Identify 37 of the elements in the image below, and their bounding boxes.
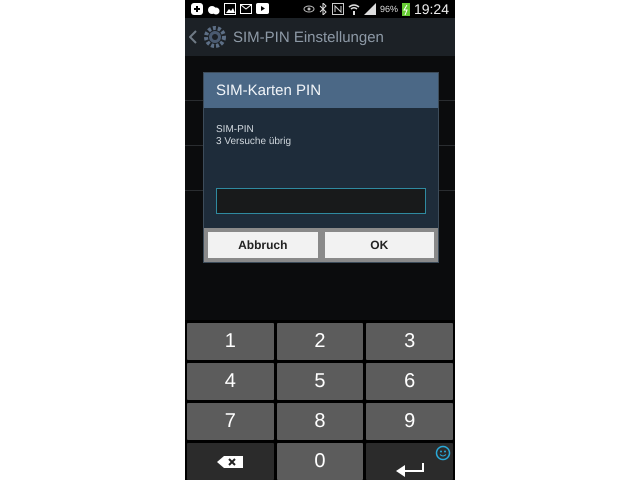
dialog-button[interactable]: Abbruch: [208, 232, 318, 258]
dialog-message: 3 Versuche übrig: [216, 136, 292, 148]
back-icon[interactable]: [189, 30, 197, 44]
dialog-button[interactable]: OK: [324, 232, 434, 258]
digit-key[interactable]: 5: [276, 363, 364, 400]
bluetooth-icon: [318, 3, 328, 15]
digit-key[interactable]: 0: [276, 443, 364, 480]
pin-input-field[interactable]: [216, 188, 426, 214]
digit-key[interactable]: 7: [187, 403, 274, 440]
clock: 19:24: [414, 1, 449, 17]
digit-key[interactable]: 9: [366, 403, 453, 440]
backspace-key[interactable]: [187, 443, 274, 480]
digit-key[interactable]: 3: [366, 323, 453, 360]
image-icon: [224, 3, 236, 15]
settings-icon: [203, 25, 227, 49]
play-icon: [256, 3, 269, 15]
enter-key[interactable]: [366, 443, 453, 480]
backspace-icon: [216, 454, 244, 468]
mail-icon: [240, 3, 252, 15]
dialog-title: SIM-Karten PIN: [204, 73, 438, 108]
battery-icon: [402, 2, 410, 16]
eye-icon: [302, 4, 315, 14]
plus-icon: [191, 3, 203, 15]
enter-icon: [394, 460, 425, 476]
battery-percent: 96%: [380, 4, 398, 14]
emoji-icon[interactable]: [434, 445, 451, 461]
digit-key[interactable]: 4: [187, 363, 274, 400]
digit-key[interactable]: 1: [187, 323, 274, 360]
signal-icon: [364, 3, 376, 15]
wifi-icon: [348, 3, 360, 15]
dialog-message: SIM-PIN: [216, 124, 255, 136]
nfc-icon: [332, 3, 344, 15]
screen-title: SIM-PIN Einstellungen: [233, 28, 384, 46]
digit-key[interactable]: 2: [276, 323, 364, 360]
digit-key[interactable]: 6: [366, 363, 453, 400]
cloud-icon: [207, 3, 220, 15]
digit-key[interactable]: 8: [276, 403, 364, 440]
